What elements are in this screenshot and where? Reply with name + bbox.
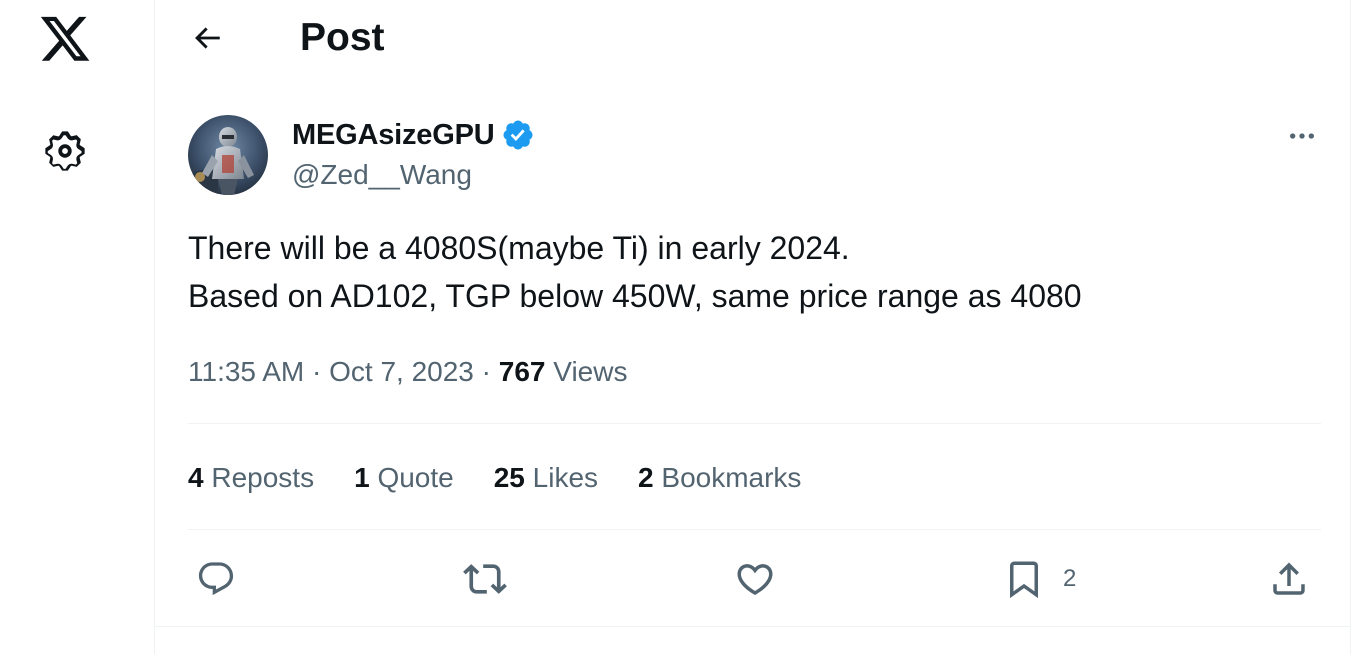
app: Post MEGAsizeGPU @Zed__Wang There will b… xyxy=(0,0,1371,654)
left-nav-rail xyxy=(0,0,154,654)
page-header: Post xyxy=(155,0,1350,78)
page-title: Post xyxy=(300,16,385,59)
stat-label: Likes xyxy=(532,462,599,493)
stat-label: Bookmarks xyxy=(661,462,802,493)
stat-count: 4 xyxy=(188,462,212,493)
avatar[interactable] xyxy=(188,115,268,195)
heart-icon xyxy=(737,564,773,596)
divider xyxy=(155,626,1350,627)
reply-button[interactable] xyxy=(196,550,236,608)
post-text-line: Based on AD102, TGP below 450W, same pri… xyxy=(188,278,1082,314)
post-text-line: There will be a 4080S(maybe Ti) in early… xyxy=(188,230,850,266)
stat-count: 25 xyxy=(493,462,533,493)
reply-icon xyxy=(198,562,234,596)
stat-label: Quote xyxy=(377,462,454,493)
arrow-left-icon xyxy=(195,27,220,49)
gear-icon xyxy=(45,131,85,171)
divider xyxy=(188,423,1321,424)
post-date[interactable]: Oct 7, 2023 xyxy=(329,356,474,387)
author-handle[interactable]: @Zed__Wang xyxy=(292,156,472,194)
bookmark-button[interactable]: 2 xyxy=(1003,550,1076,608)
repost-icon xyxy=(463,564,507,594)
post-time[interactable]: 11:35 AM xyxy=(188,356,304,387)
stat-count: 1 xyxy=(354,462,378,493)
more-options-icon[interactable] xyxy=(1280,116,1324,156)
action-bar: 2 xyxy=(188,550,1321,608)
post-detail-column: Post MEGAsizeGPU @Zed__Wang There will b… xyxy=(154,0,1351,654)
post-meta: 11:35 AM · Oct 7, 2023 · 767 Views xyxy=(188,352,627,392)
stat-count: 2 xyxy=(638,462,662,493)
divider xyxy=(188,529,1321,530)
views-count: 767 xyxy=(498,356,554,387)
settings-gear-icon[interactable] xyxy=(34,120,96,182)
avatar-image xyxy=(188,115,268,195)
bookmark-icon xyxy=(1010,561,1038,599)
share-icon xyxy=(1273,562,1305,595)
x-logo-svg xyxy=(40,16,90,61)
stat-bookmarks[interactable]: 2 Bookmarks xyxy=(638,458,801,498)
like-button[interactable] xyxy=(734,550,776,608)
author-display-name[interactable]: MEGAsizeGPU xyxy=(292,119,495,152)
meta-separator: · xyxy=(312,356,330,387)
stat-label: Reposts xyxy=(211,462,315,493)
author-name-row: MEGAsizeGPU xyxy=(292,115,535,155)
x-logo-icon[interactable] xyxy=(30,8,100,74)
stat-reposts[interactable]: 4 Reposts xyxy=(188,458,314,498)
engagement-stats: 4 Reposts 1 Quote 25 Likes 2 Bookmarks xyxy=(188,458,841,498)
post-text: There will be a 4080S(maybe Ti) in early… xyxy=(188,224,1308,320)
ellipsis-icon xyxy=(1290,133,1314,139)
views-label: Views xyxy=(553,356,628,387)
stat-likes[interactable]: 25 Likes xyxy=(494,458,598,498)
share-button[interactable] xyxy=(1268,550,1310,608)
stat-quotes[interactable]: 1 Quote xyxy=(354,458,454,498)
back-arrow-icon[interactable] xyxy=(183,14,231,62)
bookmark-count: 2 xyxy=(1063,565,1077,592)
repost-button[interactable] xyxy=(463,550,507,608)
verified-check-icon xyxy=(503,120,533,150)
meta-separator: · xyxy=(481,356,499,387)
verified-badge-icon[interactable] xyxy=(501,118,535,152)
